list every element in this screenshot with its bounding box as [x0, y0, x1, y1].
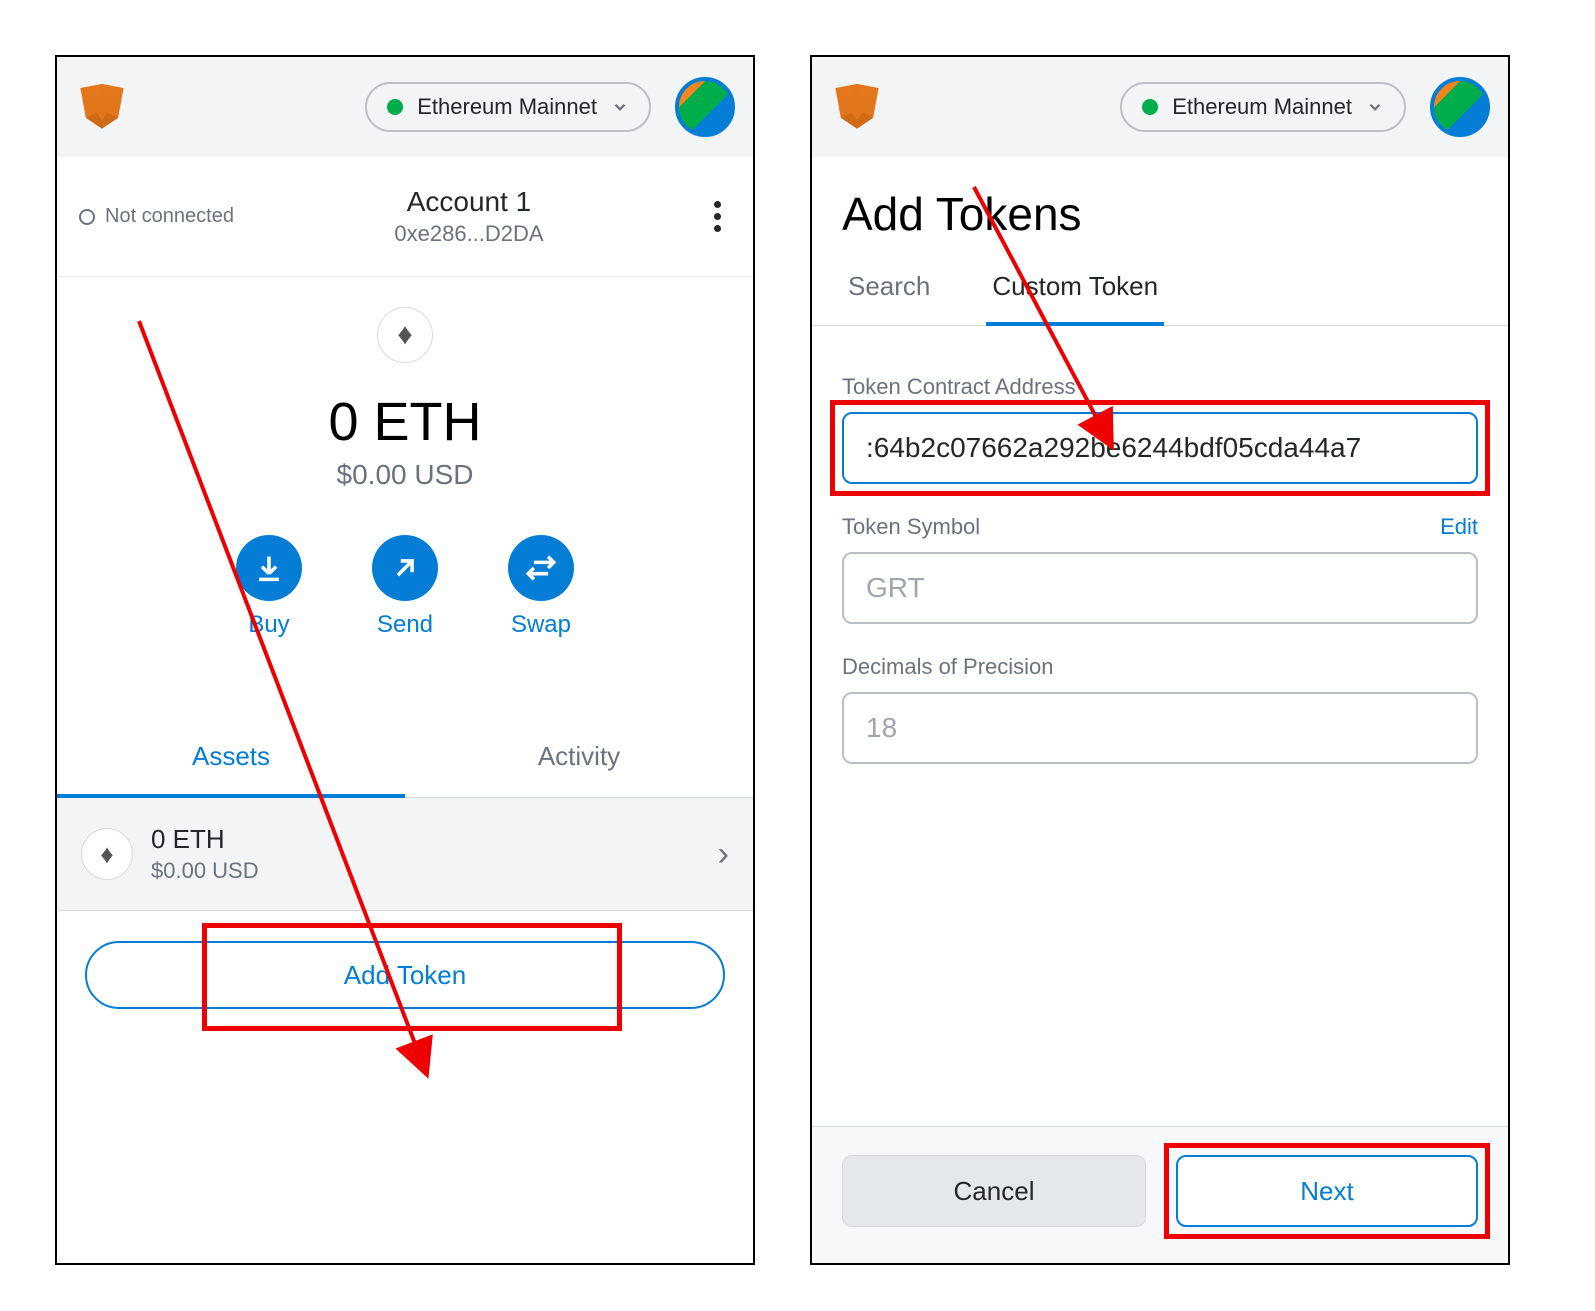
send-label: Send: [372, 611, 438, 639]
chevron-down-icon: [1366, 98, 1384, 116]
account-info[interactable]: Account 1 0xe286...D2DA: [234, 186, 704, 247]
account-name: Account 1: [234, 186, 704, 218]
tab-activity[interactable]: Activity: [405, 719, 753, 797]
add-token-tabs: Search Custom Token: [812, 251, 1508, 326]
network-status-dot-icon: [387, 99, 403, 115]
wallet-main-panel: Ethereum Mainnet Not connected Account 1…: [55, 55, 755, 1265]
action-buttons: Buy Send Swap: [57, 535, 753, 639]
footer-buttons: Cancel Next: [812, 1126, 1508, 1263]
symbol-field-label: Token Symbol Edit: [842, 514, 1478, 540]
network-selector[interactable]: Ethereum Mainnet: [1120, 82, 1406, 132]
main-tabs: Assets Activity: [57, 719, 753, 798]
chevron-down-icon: [611, 98, 629, 116]
send-button[interactable]: Send: [372, 535, 438, 639]
download-icon: [236, 535, 302, 601]
decimals-field-label: Decimals of Precision: [842, 654, 1478, 680]
balance-block: ♦ 0 ETH $0.00 USD Buy Send Swap: [57, 277, 753, 679]
tab-assets[interactable]: Assets: [57, 719, 405, 798]
arrow-up-right-icon: [372, 535, 438, 601]
swap-icon: [508, 535, 574, 601]
buy-label: Buy: [236, 611, 302, 639]
header: Ethereum Mainnet: [57, 57, 753, 157]
balance-main: 0 ETH: [57, 391, 753, 453]
edit-symbol-link[interactable]: Edit: [1440, 514, 1478, 540]
address-field-label: Token Contract Address: [842, 374, 1478, 400]
page-title: Add Tokens: [812, 157, 1508, 251]
connection-status-label: Not connected: [105, 205, 234, 228]
header: Ethereum Mainnet: [812, 57, 1508, 157]
account-avatar[interactable]: [1430, 77, 1490, 137]
token-decimals-input[interactable]: [842, 692, 1478, 764]
account-avatar[interactable]: [675, 77, 735, 137]
add-tokens-panel: Ethereum Mainnet Add Tokens Search Custo…: [810, 55, 1510, 1265]
add-token-button[interactable]: Add Token: [85, 941, 725, 1009]
asset-usd: $0.00 USD: [151, 858, 259, 884]
eth-logo-icon: ♦: [377, 307, 433, 363]
token-address-input[interactable]: [842, 412, 1478, 484]
token-symbol-input[interactable]: [842, 552, 1478, 624]
tab-custom-token[interactable]: Custom Token: [986, 251, 1164, 326]
network-label: Ethereum Mainnet: [417, 94, 597, 120]
connection-status[interactable]: Not connected: [79, 205, 234, 228]
metamask-fox-icon: [75, 80, 129, 134]
asset-balance: 0 ETH: [151, 824, 259, 855]
chevron-right-icon: ›: [718, 835, 729, 874]
connection-ring-icon: [79, 209, 95, 225]
account-address: 0xe286...D2DA: [234, 221, 704, 247]
buy-button[interactable]: Buy: [236, 535, 302, 639]
eth-logo-icon: ♦: [81, 828, 133, 880]
account-menu-button[interactable]: [704, 191, 731, 242]
swap-button[interactable]: Swap: [508, 535, 574, 639]
asset-row-eth[interactable]: ♦ 0 ETH $0.00 USD ›: [57, 798, 753, 911]
network-status-dot-icon: [1142, 99, 1158, 115]
cancel-button[interactable]: Cancel: [842, 1155, 1146, 1227]
account-row: Not connected Account 1 0xe286...D2DA: [57, 157, 753, 277]
swap-label: Swap: [508, 611, 574, 639]
next-button[interactable]: Next: [1176, 1155, 1478, 1227]
balance-usd: $0.00 USD: [57, 459, 753, 491]
tab-search[interactable]: Search: [842, 251, 936, 325]
metamask-fox-icon: [830, 80, 884, 134]
network-label: Ethereum Mainnet: [1172, 94, 1352, 120]
network-selector[interactable]: Ethereum Mainnet: [365, 82, 651, 132]
